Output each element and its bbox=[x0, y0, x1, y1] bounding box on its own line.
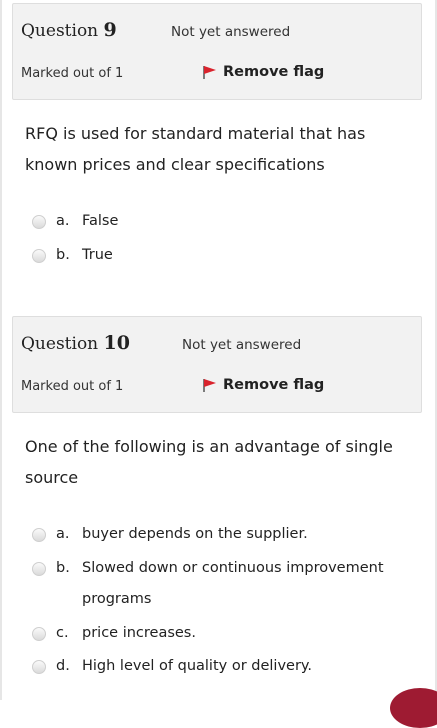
option-text: High level of quality or delivery. bbox=[82, 658, 313, 674]
question-9-remove-flag-button[interactable]: Remove flag bbox=[201, 64, 324, 80]
question-9-info-panel: Question 9 Not yet answered Marked out o… bbox=[12, 3, 422, 100]
radio-icon[interactable] bbox=[32, 562, 46, 576]
question-9-grade: Marked out of 1 bbox=[21, 66, 124, 81]
option-text: True bbox=[82, 247, 113, 263]
question-10-option-d[interactable]: d. High level of quality or delivery. bbox=[32, 658, 402, 682]
remove-flag-label: Remove flag bbox=[223, 377, 325, 393]
question-10-option-c[interactable]: c. price increases. bbox=[32, 625, 402, 649]
option-letter: b. bbox=[56, 247, 70, 263]
option-letter: b. bbox=[56, 560, 70, 576]
option-text: False bbox=[82, 213, 119, 229]
question-9-option-b[interactable]: b. True bbox=[32, 247, 402, 271]
question-9-title: Question 9 bbox=[21, 19, 117, 41]
question-10-remove-flag-button[interactable]: Remove flag bbox=[201, 377, 324, 393]
question-number: 10 bbox=[103, 332, 130, 354]
radio-icon[interactable] bbox=[32, 627, 46, 641]
option-letter: a. bbox=[56, 526, 70, 542]
option-text: price increases. bbox=[82, 625, 196, 641]
question-9-option-a[interactable]: a. False bbox=[32, 213, 402, 237]
floating-action-button[interactable] bbox=[390, 688, 437, 728]
question-10-option-a[interactable]: a. buyer depends on the supplier. bbox=[32, 526, 402, 550]
question-number: 9 bbox=[103, 19, 117, 41]
question-10-option-b[interactable]: b. Slowed down or continuous improvement… bbox=[32, 560, 402, 615]
left-border bbox=[0, 0, 2, 700]
question-10-grade: Marked out of 1 bbox=[21, 379, 124, 394]
flag-icon bbox=[203, 66, 216, 79]
radio-icon[interactable] bbox=[32, 249, 46, 263]
option-text: buyer depends on the supplier. bbox=[82, 526, 308, 542]
option-text: Slowed down or continuous improvement pr… bbox=[82, 560, 384, 607]
question-title-word: Question bbox=[21, 21, 99, 41]
question-10-title: Question 10 bbox=[21, 332, 130, 354]
question-10-text: One of the following is an advantage of … bbox=[25, 437, 393, 487]
remove-flag-label: Remove flag bbox=[223, 64, 325, 80]
radio-icon[interactable] bbox=[32, 215, 46, 229]
question-9-state: Not yet answered bbox=[171, 24, 291, 40]
question-10-info-panel: Question 10 Not yet answered Marked out … bbox=[12, 316, 422, 413]
question-9-text: RFQ is used for standard material that h… bbox=[25, 124, 366, 174]
radio-icon[interactable] bbox=[32, 528, 46, 542]
flag-icon bbox=[203, 379, 216, 392]
question-title-word: Question bbox=[21, 334, 99, 354]
option-letter: a. bbox=[56, 213, 70, 229]
question-10-state: Not yet answered bbox=[182, 337, 302, 353]
radio-icon[interactable] bbox=[32, 660, 46, 674]
option-letter: c. bbox=[56, 625, 69, 641]
option-letter: d. bbox=[56, 658, 70, 674]
